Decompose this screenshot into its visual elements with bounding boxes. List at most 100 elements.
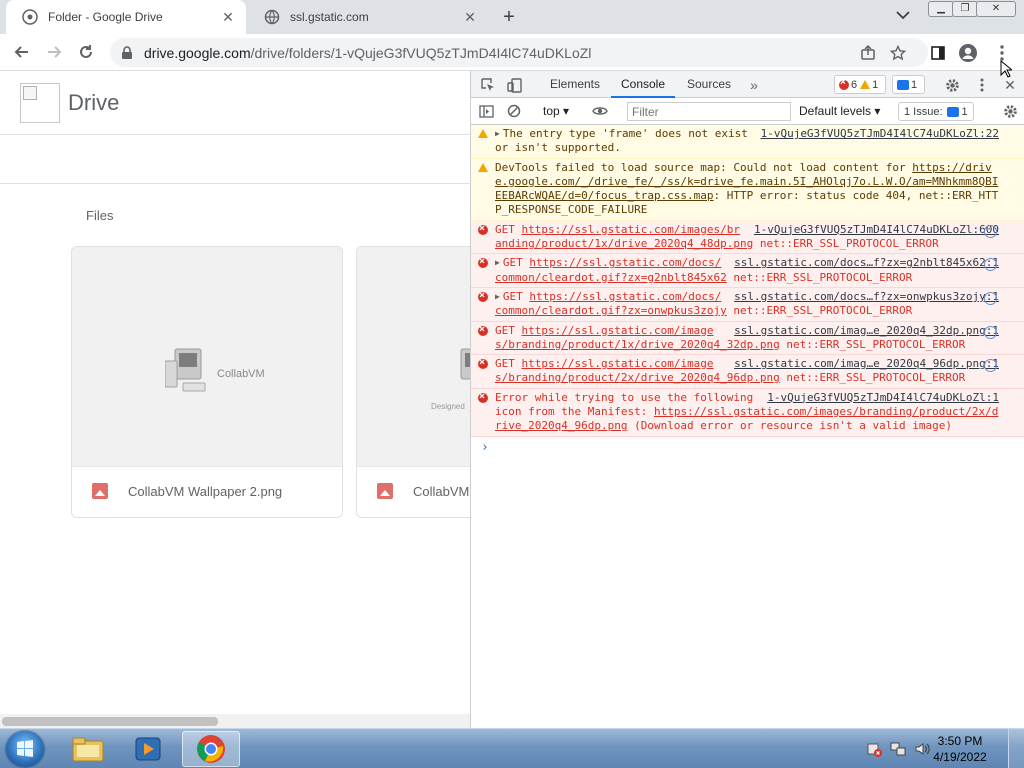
network-request-icon[interactable] xyxy=(984,291,997,305)
drive-logo-broken-image[interactable] xyxy=(20,83,60,123)
maximize-button[interactable]: ❐ xyxy=(952,1,978,17)
console-settings-icon[interactable] xyxy=(1001,102,1019,120)
profile-avatar-icon[interactable] xyxy=(958,43,978,63)
browser-tab-strip: Folder - Google Drive ✕ ssl.gstatic.com … xyxy=(0,0,1024,34)
filter-input[interactable] xyxy=(627,102,791,121)
media-player-icon[interactable] xyxy=(122,731,174,767)
clear-console-icon[interactable] xyxy=(505,102,523,120)
forward-arrow-icon[interactable] xyxy=(44,42,64,62)
address-bar[interactable]: drive.google.com/drive/folders/1-vQujeG3… xyxy=(110,38,928,67)
devtools-panel: Elements Console Sources » 6 1 1 ✕ top ▾ xyxy=(470,71,1024,728)
network-request-icon[interactable] xyxy=(984,325,997,339)
console-error[interactable]: ssl.gstatic.com/docs…f?zx=onwpkus3zojy:1… xyxy=(471,287,1024,322)
bookmark-star-icon[interactable] xyxy=(888,43,908,63)
message-source-link[interactable]: 1-vQujeG3fVUQ5zTJmD4I4lC74uDKLoZl:600 xyxy=(754,223,999,237)
expand-triangle-icon[interactable]: ▶ xyxy=(495,256,500,270)
file-thumbnail xyxy=(357,247,470,467)
page-title: Drive xyxy=(68,90,120,115)
close-tab-icon[interactable]: ✕ xyxy=(462,9,478,25)
error-icon xyxy=(478,390,488,404)
close-window-button[interactable]: ✕ xyxy=(976,1,1016,17)
error-warning-counter[interactable]: 6 1 xyxy=(834,75,887,94)
expand-triangle-icon[interactable]: ▶ xyxy=(495,127,500,141)
console-warning[interactable]: 1-vQujeG3fVUQ5zTJmD4I4lC74uDKLoZl:22 ▶ Th… xyxy=(471,125,1024,159)
message-source-link[interactable]: ssl.gstatic.com/imag…e_2020q4_96dp.png:1 xyxy=(734,357,999,371)
reload-icon[interactable] xyxy=(76,42,96,62)
file-name: CollabVM Wallpaper 2.png xyxy=(128,483,283,499)
file-card[interactable]: CollabVM CollabVM Wallpaper 2.png xyxy=(71,246,343,518)
console-error[interactable]: ssl.gstatic.com/imag…e_2020q4_32dp.png:1… xyxy=(471,321,1024,356)
message-url-link[interactable]: https://ssl.gstatic.com/images/branding/… xyxy=(495,223,753,250)
tab-console[interactable]: Console xyxy=(611,71,675,98)
url-text: drive.google.com/drive/folders/1-vQujeG3… xyxy=(144,45,591,61)
tab-google-drive[interactable]: Folder - Google Drive ✕ xyxy=(6,0,246,34)
system-clock[interactable]: 3:50 PM 4/19/2022 xyxy=(930,733,990,765)
chevron-down-icon[interactable] xyxy=(896,9,914,25)
horizontal-scrollbar[interactable] xyxy=(0,714,470,728)
volume-icon[interactable] xyxy=(914,741,930,757)
url-path: /drive/folders/1-vQujeG3fVUQ5zTJmD4I4lC7… xyxy=(250,44,592,61)
console-error[interactable]: 1-vQujeG3fVUQ5zTJmD4I4lC74uDKLoZl:600 GE… xyxy=(471,220,1024,255)
network-warning-icon[interactable] xyxy=(866,741,882,757)
expand-triangle-icon[interactable]: ▶ xyxy=(495,290,500,304)
minimize-button[interactable]: ▁ xyxy=(928,1,954,17)
console-error[interactable]: 1-vQujeG3fVUQ5zTJmD4I4lC74uDKLoZl:1 Erro… xyxy=(471,388,1024,437)
context-select[interactable]: top ▾ xyxy=(543,104,569,118)
tab-ssl-gstatic[interactable]: ssl.gstatic.com ✕ xyxy=(248,0,488,34)
new-tab-icon[interactable]: + xyxy=(498,6,520,28)
console-warning[interactable]: DevTools failed to load source map: Coul… xyxy=(471,158,1024,221)
lock-icon[interactable] xyxy=(120,45,134,60)
console-error[interactable]: ssl.gstatic.com/imag…e_2020q4_96dp.png:1… xyxy=(471,355,1024,389)
start-button[interactable] xyxy=(6,731,44,767)
device-toolbar-icon[interactable] xyxy=(505,76,523,94)
file-explorer-icon[interactable] xyxy=(62,731,114,767)
close-devtools-icon[interactable]: ✕ xyxy=(1001,76,1019,94)
issues-count: 1 xyxy=(961,105,968,118)
issue-icon xyxy=(946,106,959,117)
file-card[interactable]: CollabVM xyxy=(356,246,470,518)
warning-count: 1 xyxy=(872,78,879,91)
message-url-link[interactable]: https://ssl.gstatic.com/docs/common/clea… xyxy=(495,290,727,317)
message-text: GET xyxy=(495,323,522,337)
eye-icon[interactable] xyxy=(591,102,609,120)
message-source-link[interactable]: ssl.gstatic.com/docs…f?zx=g2nblt845x62:1 xyxy=(734,256,999,270)
drive-subheader xyxy=(0,135,470,184)
error-icon xyxy=(478,222,488,236)
tab-elements[interactable]: Elements xyxy=(541,71,609,98)
scrollbar-thumb[interactable] xyxy=(2,717,218,726)
message-url-link[interactable]: https://ssl.gstatic.com/docs/common/clea… xyxy=(495,256,727,283)
settings-gear-icon[interactable] xyxy=(943,76,961,94)
message-source-link[interactable]: ssl.gstatic.com/imag…e_2020q4_32dp.png:1 xyxy=(734,324,999,338)
console-prompt[interactable]: › xyxy=(471,437,1024,458)
message-text: net::ERR_SSL_PROTOCOL_ERROR xyxy=(753,237,939,251)
message-source-link[interactable]: ssl.gstatic.com/docs…f?zx=onwpkus3zojy:1 xyxy=(734,290,999,304)
tab-sources[interactable]: Sources xyxy=(677,71,741,98)
log-levels-select[interactable]: Default levels ▾ xyxy=(799,104,880,118)
issues-button[interactable]: 1 Issue: 1 xyxy=(898,102,974,121)
message-source-link[interactable]: 1-vQujeG3fVUQ5zTJmD4I4lC74uDKLoZl:1 xyxy=(767,391,999,405)
mouse-cursor-icon xyxy=(1000,59,1014,78)
tab-title: Folder - Google Drive xyxy=(48,10,163,24)
devtools-menu-icon[interactable] xyxy=(973,76,991,94)
back-arrow-icon[interactable] xyxy=(12,42,32,62)
error-icon xyxy=(478,255,488,270)
collabvm-computer-icon xyxy=(451,347,470,400)
clock-date: 4/19/2022 xyxy=(933,750,987,764)
more-tabs-icon[interactable]: » xyxy=(745,76,763,94)
share-icon[interactable] xyxy=(858,43,878,63)
message-counter[interactable]: 1 xyxy=(892,75,926,94)
close-tab-icon[interactable]: ✕ xyxy=(220,9,236,25)
side-panel-icon[interactable] xyxy=(928,43,948,63)
sidebar-toggle-icon[interactable] xyxy=(477,102,495,120)
console-error[interactable]: ssl.gstatic.com/docs…f?zx=g2nblt845x62:1… xyxy=(471,254,1024,288)
chrome-taskbar-icon[interactable] xyxy=(182,731,240,767)
show-desktop-button[interactable] xyxy=(1008,729,1024,768)
message-source-link[interactable]: 1-vQujeG3fVUQ5zTJmD4I4lC74uDKLoZl:22 xyxy=(761,127,999,141)
network-request-icon[interactable] xyxy=(984,224,997,238)
inspect-element-icon[interactable] xyxy=(479,76,497,94)
globe-icon xyxy=(264,9,280,25)
devtools-tab-bar: Elements Console Sources » 6 1 1 ✕ xyxy=(471,71,1024,98)
context-value: top xyxy=(543,104,560,118)
network-icon[interactable] xyxy=(890,741,906,757)
message-text: DevTools failed to load source map: Coul… xyxy=(495,160,913,174)
